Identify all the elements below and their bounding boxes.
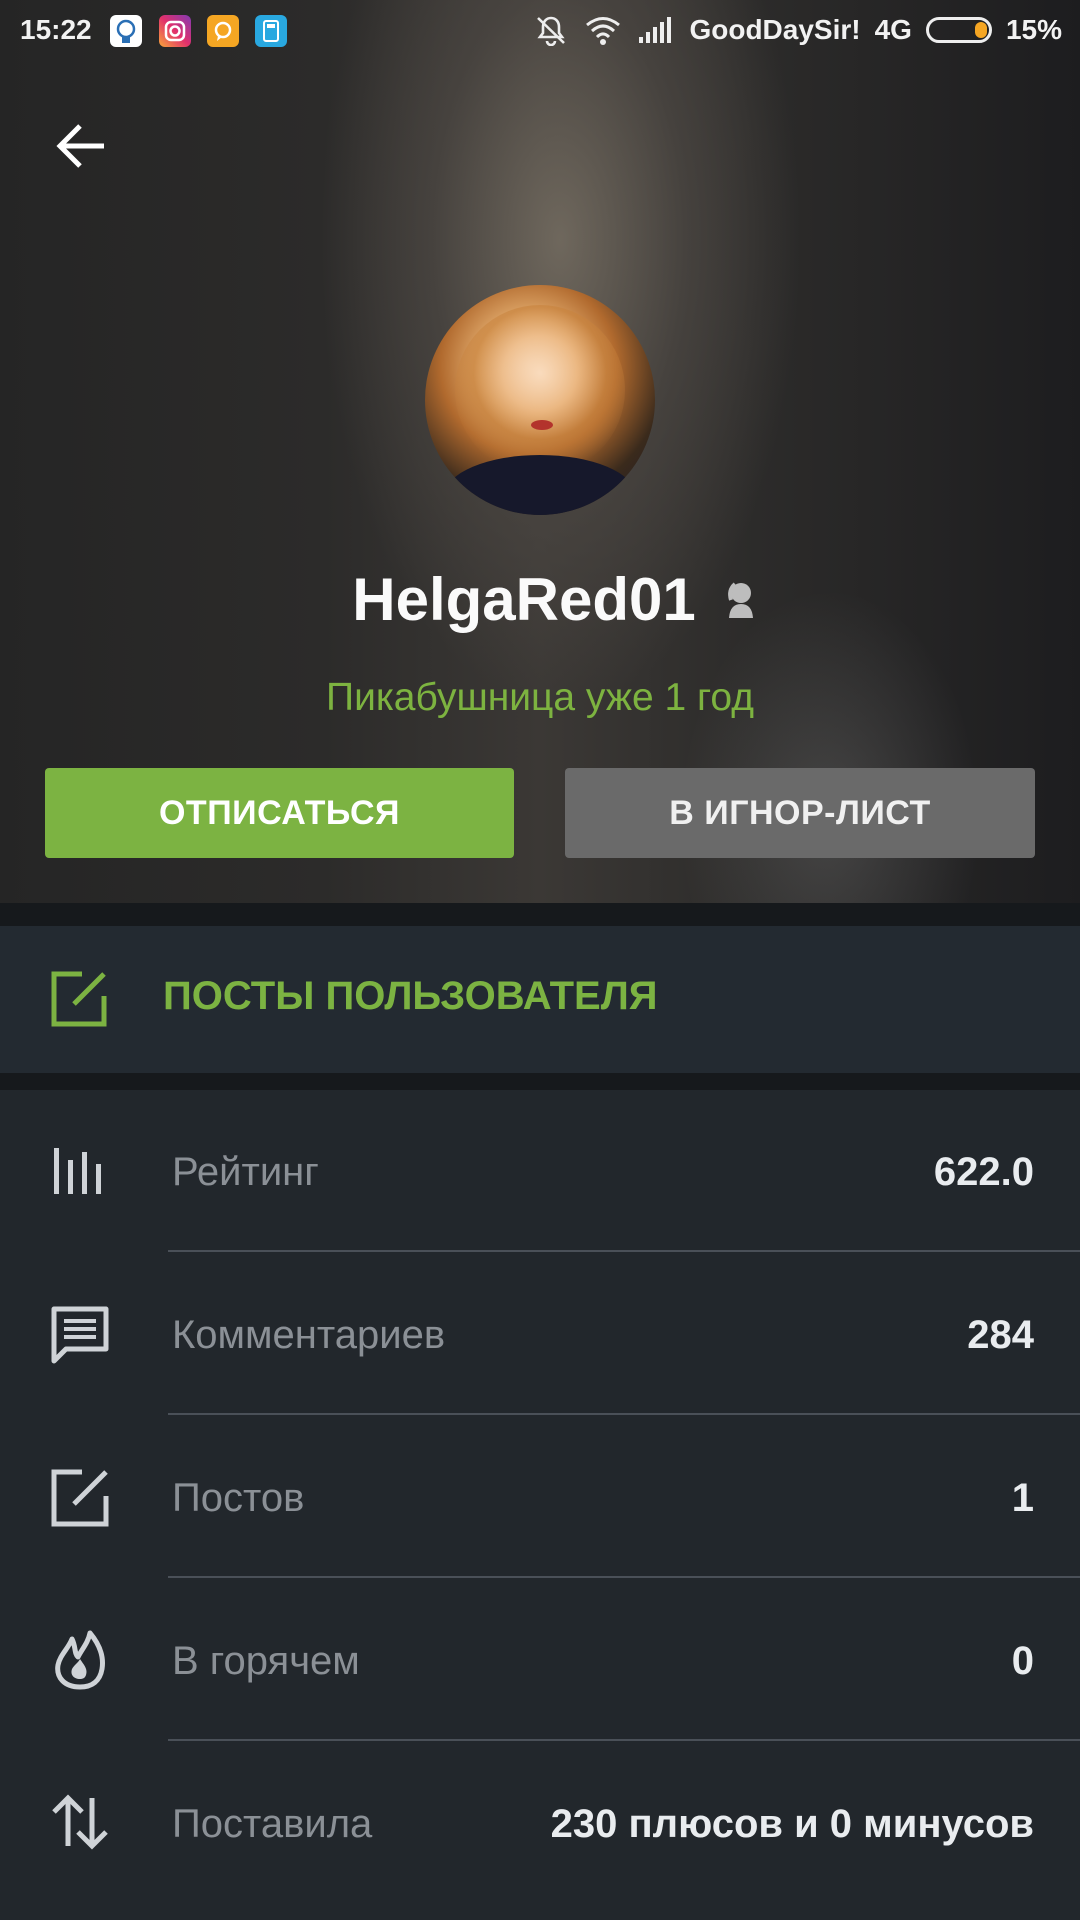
wifi-icon [586, 17, 621, 45]
username: HelgaRed01 [352, 566, 696, 633]
stat-value: 0 [1011, 1639, 1034, 1683]
status-time: 15:22 [20, 14, 92, 45]
stat-value: 1 [1011, 1476, 1034, 1520]
row-divider [168, 1250, 1080, 1252]
unsubscribe-button[interactable]: ОТПИСАТЬСЯ [45, 768, 514, 858]
calculator-app-icon [255, 15, 287, 47]
stat-comments: Комментариев 284 [0, 1253, 1080, 1416]
stat-votes: Поставила 230 плюсов и 0 минусов [0, 1742, 1080, 1905]
carrier-name: GoodDaySir! [689, 14, 861, 45]
stats-list: Рейтинг 622.0 Комментариев 284 Постов 1 … [0, 1090, 1080, 1920]
stat-value: 284 [967, 1313, 1034, 1357]
battery-icon [925, 17, 992, 43]
instagram-icon [159, 15, 191, 47]
stat-hot: В горячем 0 [0, 1579, 1080, 1742]
user-posts-link[interactable]: ПОСТЫ ПОЛЬЗОВАТЕЛЯ [0, 926, 1080, 1073]
edit-icon [51, 1469, 109, 1527]
status-bar: 15:22 GoodDaySir! 4G 15% [0, 0, 1080, 62]
divider [0, 1073, 1080, 1090]
flame-icon [55, 1630, 105, 1690]
stat-label: В горячем [172, 1639, 360, 1683]
membership-duration: Пикабушница уже 1 год [326, 676, 754, 719]
row-divider [168, 1739, 1080, 1741]
back-arrow-icon[interactable] [52, 116, 112, 176]
username-row: HelgaRed01 [0, 565, 1080, 634]
profile-header: 15:22 GoodDaySir! 4G 15% HelgaRed01 Пика… [0, 0, 1080, 903]
signal-icon [639, 17, 672, 43]
battery-percent: 15% [1005, 14, 1062, 45]
edit-icon [51, 971, 107, 1027]
comment-icon [51, 1306, 109, 1364]
female-gender-icon [727, 581, 753, 618]
stat-rating: Рейтинг 622.0 [0, 1090, 1080, 1253]
bell-off-icon [537, 16, 566, 46]
divider [0, 903, 1080, 926]
stat-label: Поставила [172, 1802, 373, 1846]
stat-label: Комментариев [172, 1313, 446, 1357]
stat-posts: Постов 1 [0, 1416, 1080, 1579]
app-icon-1 [110, 15, 142, 47]
avatar[interactable] [425, 285, 655, 515]
bar-chart-icon [54, 1148, 101, 1194]
stat-label: Рейтинг [172, 1150, 319, 1194]
up-down-arrows-icon [52, 1794, 108, 1850]
stat-label: Постов [172, 1476, 305, 1520]
user-posts-label: ПОСТЫ ПОЛЬЗОВАТЕЛЯ [163, 974, 658, 1018]
network-type: 4G [874, 14, 912, 45]
chat-bubble-app-icon [207, 15, 239, 47]
stat-value: 230 плюсов и 0 минусов [550, 1802, 1034, 1846]
row-divider [168, 1576, 1080, 1578]
ignore-list-button[interactable]: В ИГНОР-ЛИСТ [565, 768, 1035, 858]
row-divider [168, 1413, 1080, 1415]
status-right: GoodDaySir! 4G 15% [533, 14, 1062, 46]
stat-value: 622.0 [933, 1150, 1034, 1194]
